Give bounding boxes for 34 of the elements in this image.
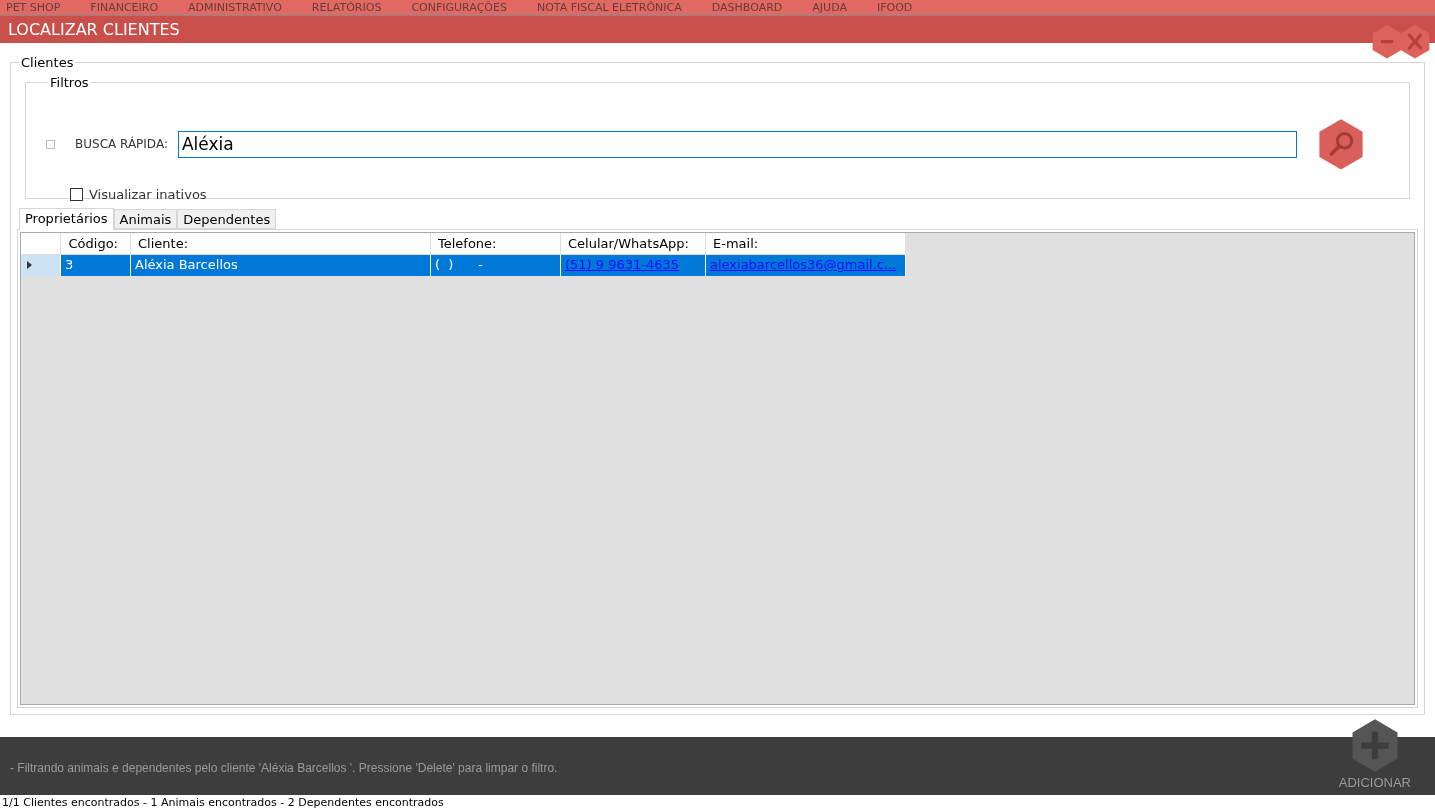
row-pointer-icon bbox=[27, 261, 32, 269]
checkbox-label: Visualizar inativos bbox=[89, 185, 207, 204]
group-title: Clientes bbox=[20, 54, 75, 72]
menu-item[interactable]: ADMINISTRATIVO bbox=[188, 1, 282, 14]
menu-item[interactable]: RELATÓRIOS bbox=[311, 1, 382, 14]
table-cell-text: Aléxia Barcellos bbox=[135, 256, 238, 275]
tab[interactable]: Proprietários bbox=[19, 207, 114, 230]
search-button[interactable] bbox=[1316, 118, 1365, 171]
column-header[interactable]: Cliente: bbox=[131, 232, 431, 254]
table-cell-text: ( ) - bbox=[435, 256, 483, 275]
minimize-icon[interactable] bbox=[1371, 24, 1403, 60]
menu-item[interactable]: CONFIGURAÇÕES bbox=[411, 1, 507, 14]
column-header[interactable]: Código: bbox=[61, 232, 131, 254]
menu-item[interactable]: NOTA FISCAL ELETRÔNICA bbox=[536, 1, 682, 14]
add-button[interactable]: ADICIONAR bbox=[1338, 717, 1411, 793]
search-field[interactable]: Aléxia bbox=[177, 130, 1297, 158]
column-header[interactable]: E-mail: bbox=[706, 232, 906, 254]
menu-item[interactable]: IFOOD bbox=[876, 1, 913, 14]
menu-item[interactable]: DASHBOARD bbox=[711, 1, 783, 14]
status-text: 1/1 Clientes encontrados - 1 Animais encontrados - 2 Dependentes encontrados bbox=[1, 795, 444, 809]
menu-item[interactable]: FINANCEIRO bbox=[90, 1, 159, 14]
window-title: LOCALIZAR CLIENTES bbox=[8, 18, 180, 41]
column-header[interactable]: Telefone: bbox=[431, 232, 561, 254]
tab[interactable]: Animais bbox=[113, 208, 178, 229]
quick-search-label: BUSCA RÁPIDA: bbox=[75, 135, 168, 154]
filter-message: - Filtrando animais e dependentes pelo cliente 'Aléxia Barcellos '. Pressione 'Delete' para limpar o filtro. bbox=[10, 760, 558, 777]
filters-title: Filtros bbox=[49, 73, 90, 92]
column-header[interactable]: Celular/WhatsApp: bbox=[561, 232, 706, 254]
menu-item[interactable]: AJUDA bbox=[812, 1, 847, 14]
checkbox[interactable] bbox=[70, 188, 83, 202]
table-cell-text: 3 bbox=[65, 256, 74, 275]
tab[interactable]: Dependentes bbox=[177, 208, 277, 229]
close-icon[interactable] bbox=[1399, 24, 1431, 60]
menu-item[interactable]: PET SHOP bbox=[6, 1, 61, 14]
